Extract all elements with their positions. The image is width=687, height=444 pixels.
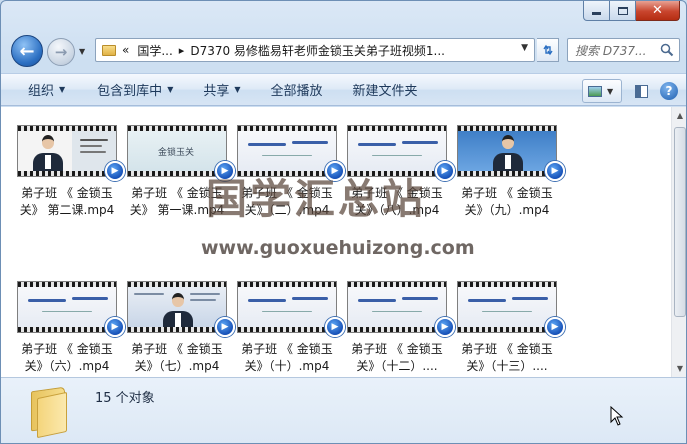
chevron-down-icon: ▼ (59, 85, 66, 94)
file-item[interactable]: ▶ 弟子班 《 金锁玉关》（十三）.... (455, 281, 565, 375)
folder-icon (29, 386, 75, 439)
forward-button[interactable]: → (47, 38, 75, 66)
include-in-library-label: 包含到库中 (97, 84, 163, 99)
scroll-down-button[interactable]: ▼ (672, 360, 686, 377)
item-count: 15 个对象 (95, 391, 155, 406)
file-item[interactable]: ▶ 弟子班 《 金锁玉关》（七）.mp4 (125, 281, 235, 375)
search-icon[interactable] (660, 43, 674, 60)
video-thumbnail (347, 281, 447, 333)
back-button[interactable]: ← (11, 35, 43, 67)
include-in-library-menu[interactable]: 包含到库中 ▼ (88, 78, 182, 102)
file-name[interactable]: 弟子班 《 金锁玉关》 第二课.mp4 (15, 185, 119, 219)
refresh-icon (542, 44, 553, 56)
file-name[interactable]: 弟子班 《 金锁玉关》（十二）.... (345, 341, 449, 375)
media-player-icon: ▶ (435, 161, 455, 181)
video-thumbnail (237, 125, 337, 177)
file-name[interactable]: 弟子班 《 金锁玉关》（十三）.... (455, 341, 559, 375)
details-pane: 15 个对象 (1, 377, 686, 443)
preview-pane-icon (634, 84, 648, 98)
address-bar[interactable]: « 国学... ▸ D7370 易修槛易轩老师金锁玉关弟子班视频1... ▼ (95, 38, 535, 62)
file-item[interactable]: ▶ 弟子班 《 金锁玉关》（十二）.... (345, 281, 455, 375)
chevron-down-icon: ▼ (167, 85, 174, 94)
minimize-icon (592, 12, 601, 15)
mouse-cursor-icon (610, 406, 624, 426)
help-button[interactable]: ? (660, 82, 678, 100)
thumbnail-title: 金锁玉关 (158, 148, 195, 158)
video-thumbnail (457, 125, 557, 177)
file-name[interactable]: 弟子班 《 金锁玉关》（六）.mp4 (15, 341, 119, 375)
file-item[interactable]: ▶ 弟子班 《 金锁玉关》（九）.mp4 (455, 125, 565, 219)
watermark-title: 国学汇总站 (206, 175, 426, 223)
chevron-down-icon: ▼ (607, 86, 614, 96)
scroll-up-button[interactable]: ▲ (672, 107, 686, 124)
breadcrumb-separator[interactable]: ▸ (179, 44, 185, 57)
media-player-icon: ▶ (215, 317, 235, 337)
video-thumbnail (127, 281, 227, 333)
file-item[interactable]: ▶ 弟子班 《 金锁玉关》（十）.mp4 (235, 281, 345, 375)
video-thumbnail (347, 125, 447, 177)
video-thumbnail (457, 281, 557, 333)
file-name[interactable]: 弟子班 《 金锁玉关》（九）.mp4 (455, 185, 559, 219)
search-input[interactable]: 搜索 D737... (567, 38, 680, 62)
share-label: 共享 (203, 84, 230, 99)
caption-buttons: ✕ (583, 1, 680, 21)
chevron-down-icon: ▼ (234, 85, 241, 94)
watermark-url: www.guoxuehuizong.com (201, 237, 475, 259)
file-name[interactable]: 弟子班 《 金锁玉关》（七）.mp4 (125, 341, 229, 375)
preview-pane-button[interactable] (630, 80, 652, 102)
file-item[interactable]: ▶ 弟子班 《 金锁玉关》 第二课.mp4 (15, 125, 125, 219)
organize-label: 组织 (28, 84, 55, 99)
command-bar: 组织 ▼ 包含到库中 ▼ 共享 ▼ 全部播放 新建文件夹 ▼ ? (1, 73, 686, 106)
organize-menu[interactable]: 组织 ▼ (19, 78, 74, 102)
vertical-scrollbar[interactable]: ▲ ▼ (671, 107, 686, 377)
maximize-button[interactable] (610, 1, 636, 21)
maximize-icon (617, 6, 628, 15)
media-player-icon: ▶ (435, 317, 455, 337)
recent-pages-dropdown[interactable]: ▼ (79, 47, 85, 56)
media-player-icon: ▶ (545, 161, 565, 181)
media-player-icon: ▶ (325, 317, 345, 337)
file-item[interactable]: ▶ 弟子班 《 金锁玉关》（六）.mp4 (15, 281, 125, 375)
video-thumbnail (17, 281, 117, 333)
view-icon (588, 85, 602, 97)
minimize-button[interactable] (583, 1, 610, 21)
video-thumbnail (237, 281, 337, 333)
new-folder-button[interactable]: 新建文件夹 (344, 78, 427, 102)
media-player-icon: ▶ (105, 317, 125, 337)
media-player-icon: ▶ (105, 161, 125, 181)
file-name[interactable]: 弟子班 《 金锁玉关》（十）.mp4 (235, 341, 339, 375)
video-thumbnail: 金锁玉关 (127, 125, 227, 177)
close-button[interactable]: ✕ (636, 1, 680, 21)
address-overflow-chevron[interactable]: « (122, 43, 129, 57)
change-view-button[interactable]: ▼ (582, 79, 622, 103)
breadcrumb-segment-1[interactable]: 国学... (137, 42, 172, 59)
search-placeholder: 搜索 D737... (575, 43, 647, 58)
scroll-thumb[interactable] (674, 127, 686, 317)
video-thumbnail (17, 125, 117, 177)
media-player-icon: ▶ (545, 317, 565, 337)
address-dropdown-icon[interactable]: ▼ (521, 43, 528, 53)
share-menu[interactable]: 共享 ▼ (194, 78, 249, 102)
navigation-bar: ← → ▼ « 国学... ▸ D7370 易修槛易轩老师金锁玉关弟子班视频1.… (1, 27, 686, 67)
refresh-button[interactable] (537, 38, 559, 62)
breadcrumb-segment-2[interactable]: D7370 易修槛易轩老师金锁玉关弟子班视频1... (190, 42, 445, 59)
folder-icon (102, 44, 116, 56)
play-all-button[interactable]: 全部播放 (262, 78, 332, 102)
explorer-window: ✕ ← → ▼ « 国学... ▸ D7370 易修槛易轩老师金锁玉关弟子班视频… (0, 0, 687, 444)
